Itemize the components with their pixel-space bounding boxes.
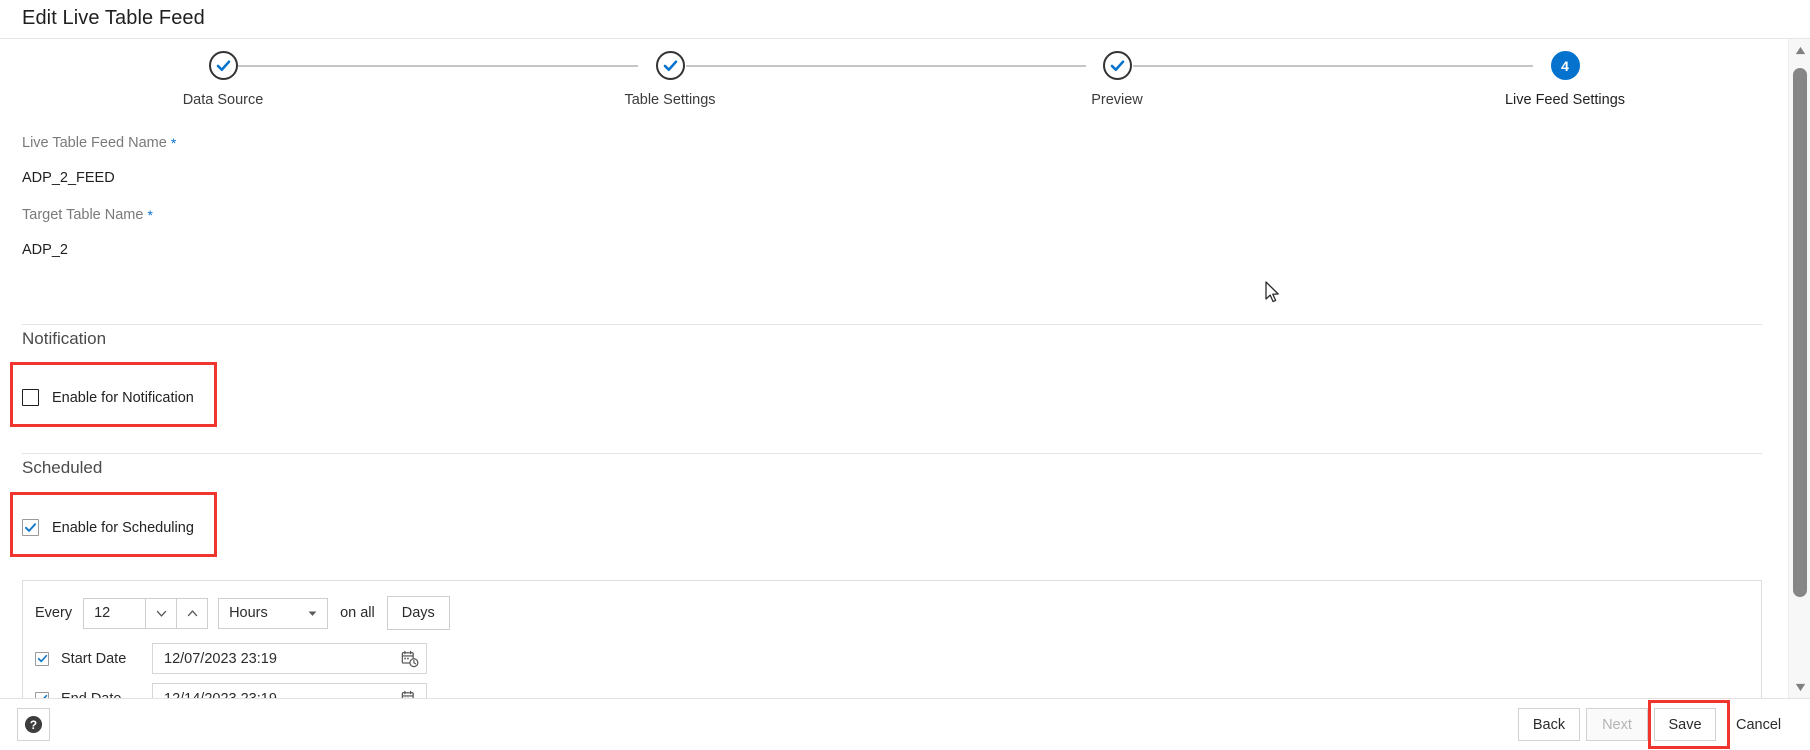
calendar-clock-icon[interactable] [401, 690, 419, 699]
step-active-circle: 4 [1551, 51, 1580, 80]
cancel-button[interactable]: Cancel [1722, 708, 1795, 741]
label-text: Target Table Name [22, 207, 143, 223]
on-all-label: on all [340, 605, 375, 621]
scrollbar-down-button[interactable] [1789, 676, 1810, 698]
start-date-value: 12/07/2023 23:19 [164, 651, 277, 667]
interval-increment-button[interactable] [177, 598, 208, 629]
step-complete-circle [1103, 51, 1132, 80]
next-button: Next [1586, 708, 1648, 741]
schedule-settings-panel: Every 12 Hours [22, 580, 1762, 698]
caret-down-icon [307, 608, 318, 619]
stepper-label-live-feed-settings: Live Feed Settings [1465, 92, 1665, 108]
save-button[interactable]: Save [1654, 708, 1716, 741]
enable-scheduling-checkbox[interactable] [22, 519, 39, 536]
start-date-input[interactable]: 12/07/2023 23:19 [152, 643, 427, 674]
check-icon [662, 57, 679, 74]
stepper-step-data-source[interactable]: Data Source [123, 51, 323, 108]
help-button[interactable]: ? [17, 708, 50, 741]
schedule-interval-row: Every 12 Hours [35, 596, 450, 630]
every-label: Every [35, 605, 72, 621]
required-asterisk: * [147, 207, 152, 223]
end-date-input[interactable]: 12/14/2023 23:19 [152, 683, 427, 698]
footer-button-bar: Back Next Save Cancel [1518, 708, 1795, 741]
scrollbar-up-button[interactable] [1789, 39, 1810, 61]
stepper-step-table-settings[interactable]: Table Settings [570, 51, 770, 108]
schedule-start-date-row: Start Date 12/07/2023 23:19 [35, 643, 427, 674]
check-icon [1109, 57, 1126, 74]
chevron-up-icon [186, 607, 199, 620]
step-number: 4 [1561, 58, 1569, 74]
calendar-clock-icon[interactable] [401, 650, 419, 668]
start-date-label: Start Date [61, 651, 143, 667]
edit-live-table-feed-dialog: Edit Live Table Feed Data Source [0, 0, 1810, 750]
label-text: Live Table Feed Name [22, 135, 167, 151]
interval-unit-select[interactable]: Hours [218, 598, 328, 629]
value-target-table-name: ADP_2 [22, 242, 68, 258]
footer-divider [0, 698, 1810, 699]
scrollbar-thumb[interactable] [1793, 68, 1807, 597]
end-date-label: End Date [61, 691, 143, 699]
schedule-end-date-row: End Date 12/14/2023 23:19 [35, 683, 427, 698]
section-title-scheduled: Scheduled [22, 458, 102, 478]
start-date-checkbox[interactable] [35, 652, 49, 666]
enable-notification-label: Enable for Notification [52, 390, 194, 406]
step-complete-circle [656, 51, 685, 80]
page-title: Edit Live Table Feed [22, 7, 205, 30]
enable-scheduling-label: Enable for Scheduling [52, 520, 194, 536]
check-icon [215, 57, 232, 74]
wizard-stepper: Data Source Table Settings Preview [0, 39, 1788, 129]
vertical-scrollbar[interactable] [1788, 39, 1810, 698]
interval-value-input[interactable]: 12 [83, 598, 146, 629]
days-button[interactable]: Days [387, 596, 450, 630]
back-button[interactable]: Back [1518, 708, 1580, 741]
stepper-step-live-feed-settings[interactable]: 4 Live Feed Settings [1465, 51, 1665, 108]
triangle-up-icon [1795, 46, 1806, 55]
label-target-table-name: Target Table Name* [22, 206, 153, 223]
end-date-value: 12/14/2023 23:19 [164, 691, 277, 699]
checkbox-row-enable-scheduling[interactable]: Enable for Scheduling [22, 519, 194, 536]
step-complete-circle [209, 51, 238, 80]
stepper-label-preview: Preview [1017, 92, 1217, 108]
stepper-label-table-settings: Table Settings [570, 92, 770, 108]
label-live-table-feed-name: Live Table Feed Name* [22, 134, 176, 151]
form-scroll-area: Data Source Table Settings Preview [0, 39, 1788, 698]
value-live-table-feed-name: ADP_2_FEED [22, 170, 115, 186]
help-circle-icon: ? [24, 715, 43, 734]
check-icon [24, 521, 37, 534]
section-title-notification: Notification [22, 329, 106, 349]
interval-decrement-button[interactable] [146, 598, 177, 629]
section-divider-scheduled [22, 453, 1762, 454]
triangle-down-icon [1795, 683, 1806, 692]
enable-notification-checkbox[interactable] [22, 389, 39, 406]
chevron-down-icon [155, 607, 168, 620]
checkbox-row-enable-notification[interactable]: Enable for Notification [22, 389, 194, 406]
stepper-step-preview[interactable]: Preview [1017, 51, 1217, 108]
section-divider-notification [22, 324, 1762, 325]
stepper-label-data-source: Data Source [123, 92, 323, 108]
interval-unit-value: Hours [229, 605, 268, 621]
required-asterisk: * [171, 135, 176, 151]
svg-text:?: ? [30, 718, 37, 732]
check-icon [37, 653, 48, 664]
